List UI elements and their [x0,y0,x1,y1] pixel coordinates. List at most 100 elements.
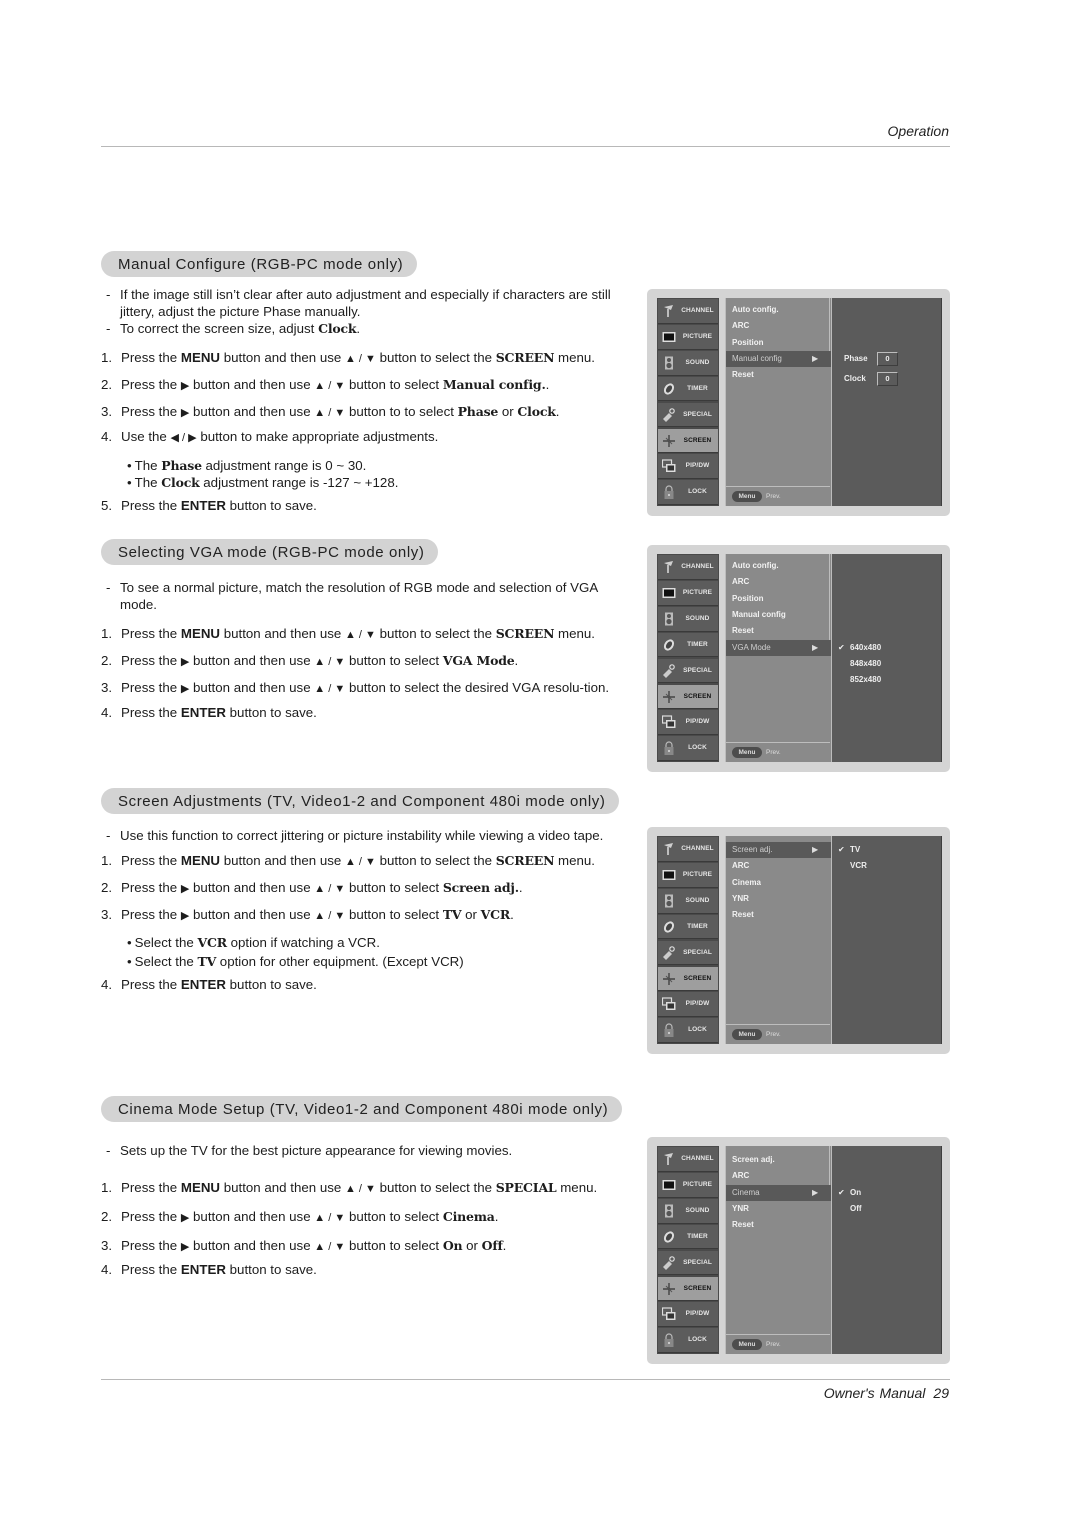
osd-tab-screen[interactable]: SCREEN [658,428,718,454]
key-icon [662,1255,676,1270]
osd-tab-special[interactable]: SPECIAL [658,402,718,428]
prev-label: Prev. [766,1341,781,1348]
field-value[interactable]: 0 [877,371,898,386]
menu-button[interactable]: Menu [732,491,762,502]
osd-tab-label: CHANNEL [681,1155,714,1162]
osd-menu-item[interactable]: Reset [726,367,830,383]
osd-tab-pipdw[interactable]: PIP/DW [658,710,718,736]
osd-menu-item[interactable]: Reset [726,623,830,639]
osd-menu-item-label: Cinema [732,1187,760,1197]
osd-tab-sound[interactable]: SOUND [658,350,718,376]
osd-option[interactable]: ✔ 640x480 [838,640,881,656]
step: 2. Press the ▶ button and then use ▲ / ▼ … [101,377,550,392]
osd-tab-picture[interactable]: PICTURE [658,324,718,350]
osd-tab-sound[interactable]: SOUND [658,888,718,914]
step: 5. Press the ENTER button to save. [101,498,317,513]
menu-button[interactable]: Menu [732,1339,762,1350]
osd-tab-channel[interactable]: CHANNEL [658,837,718,862]
osd-menu-item[interactable]: YNR [726,1201,830,1217]
menu-button[interactable]: Menu [732,1029,762,1040]
osd-tab-special[interactable]: SPECIAL [658,940,718,966]
osd-tab-pipdw[interactable]: PIP/DW [658,1302,718,1328]
step: 3. Press the ▶ button and then use ▲ / ▼ … [101,907,514,922]
osd-tab-label: SOUND [685,358,710,366]
satellite-dish-icon [662,1152,676,1166]
checkmark-icon: ✔ [838,845,845,854]
page-footer: Owner's Manual 29 [824,1385,949,1401]
osd-menu-item[interactable]: Auto config. [726,302,830,318]
osd-tab-sound[interactable]: SOUND [658,1198,718,1224]
osd-tab-picture[interactable]: PICTURE [658,1172,718,1198]
osd-field-phase[interactable]: Phase 0 [844,351,898,366]
osd-tab-label: PIP/DW [685,1000,710,1008]
osd-field-clock[interactable]: Clock 0 [844,371,898,386]
step: 1. Press the MENU button and then use ▲ /… [101,350,595,365]
osd-tab-label: PICTURE [682,332,713,340]
pip-icon [661,459,676,473]
footer-divider [101,1379,950,1380]
clock-icon [662,638,676,652]
osd-tab-special[interactable]: SPECIAL [658,658,718,684]
osd-tab-timer[interactable]: TIMER [658,632,718,658]
osd-tab-screen[interactable]: SCREEN [658,1276,718,1302]
osd-tab-label: TIMER [687,640,708,648]
submenu-arrow-icon: ▶ [812,353,819,363]
osd-tab-channel[interactable]: CHANNEL [658,1147,718,1172]
osd-tab-pipdw[interactable]: PIP/DW [658,992,718,1018]
osd-menu-item[interactable]: Cinema [726,875,830,891]
osd-menu-item[interactable]: Screen adj. [726,1152,830,1168]
osd-menu-item[interactable]: Position [726,335,830,351]
osd-menu-item-label: Reset [732,910,754,920]
osd-menu-item[interactable]: ARC [726,1168,830,1184]
osd-option[interactable]: Off [850,1201,862,1217]
osd-tab-screen[interactable]: SCREEN [658,684,718,710]
osd-tab-lock[interactable]: LOCK [658,1328,718,1354]
osd-menu-item-label: Reset [732,370,754,380]
osd-menu-item-label: Screen adj. [732,845,773,854]
osd-menu-item[interactable]: Auto config. [726,558,830,574]
osd-menu-item[interactable]: Reset [726,907,830,923]
step: 1. Press the MENU button and then use ▲ /… [101,1180,598,1195]
osd-tab-timer[interactable]: TIMER [658,376,718,402]
osd-tab-column: CHANNEL PICTURE SOUND TIMER SPECIAL SCREEN PIP… [657,836,719,1044]
osd-menu-item[interactable]: Reset [726,1217,830,1233]
osd-tab-timer[interactable]: TIMER [658,1224,718,1250]
osd-tab-label: LOCK [688,488,707,496]
osd-menu-item[interactable]: ARC [726,574,830,590]
osd-footer: Menu Prev. [726,742,830,762]
menu-button[interactable]: Menu [732,747,762,758]
note: To see a normal picture, match the resol… [101,579,630,613]
prev-label: Prev. [766,749,781,756]
osd-tab-screen[interactable]: SCREEN [658,966,718,992]
osd-tab-picture[interactable]: PICTURE [658,862,718,888]
osd-menu-item[interactable]: ARC [726,858,830,874]
osd-tab-column: CHANNEL PICTURE SOUND TIMER SPECIAL SCREEN PIP… [657,298,719,506]
osd-menu-item[interactable]: Manual config [726,607,830,623]
osd-tab-channel[interactable]: CHANNEL [658,555,718,580]
osd-menu-item[interactable]: ARC [726,318,830,334]
osd-tab-timer[interactable]: TIMER [658,914,718,940]
section-title: Screen Adjustments (TV, Video1-2 and Com… [101,788,620,814]
field-value[interactable]: 0 [877,351,898,366]
osd-tab-lock[interactable]: LOCK [658,1018,718,1044]
screen-adjust-icon [662,1282,676,1296]
osd-menu-item[interactable]: Position [726,591,830,607]
osd-tab-sound[interactable]: SOUND [658,606,718,632]
osd-menu-item-label: VGA Mode [732,642,771,652]
osd-option[interactable]: VCR [850,858,867,874]
osd-menu-item-label: ARC [732,1171,750,1181]
osd-option[interactable]: 848x480 [850,656,881,672]
osd-tab-pipdw[interactable]: PIP/DW [658,454,718,480]
osd-tab-label: SOUND [685,614,710,622]
osd-tab-lock[interactable]: LOCK [658,736,718,762]
osd-tab-channel[interactable]: CHANNEL [658,299,718,324]
osd-options-panel: ✔ On Off [831,1146,942,1354]
osd-tab-lock[interactable]: LOCK [658,480,718,506]
osd-option[interactable]: ✔ TV [838,842,860,858]
osd-option[interactable]: 852x480 [850,672,881,688]
osd-tab-picture[interactable]: PICTURE [658,580,718,606]
osd-tab-special[interactable]: SPECIAL [658,1250,718,1276]
step: 4. Press the ENTER button to save. [101,977,317,992]
osd-menu-item[interactable]: YNR [726,891,830,907]
osd-option[interactable]: ✔ On [838,1185,861,1201]
